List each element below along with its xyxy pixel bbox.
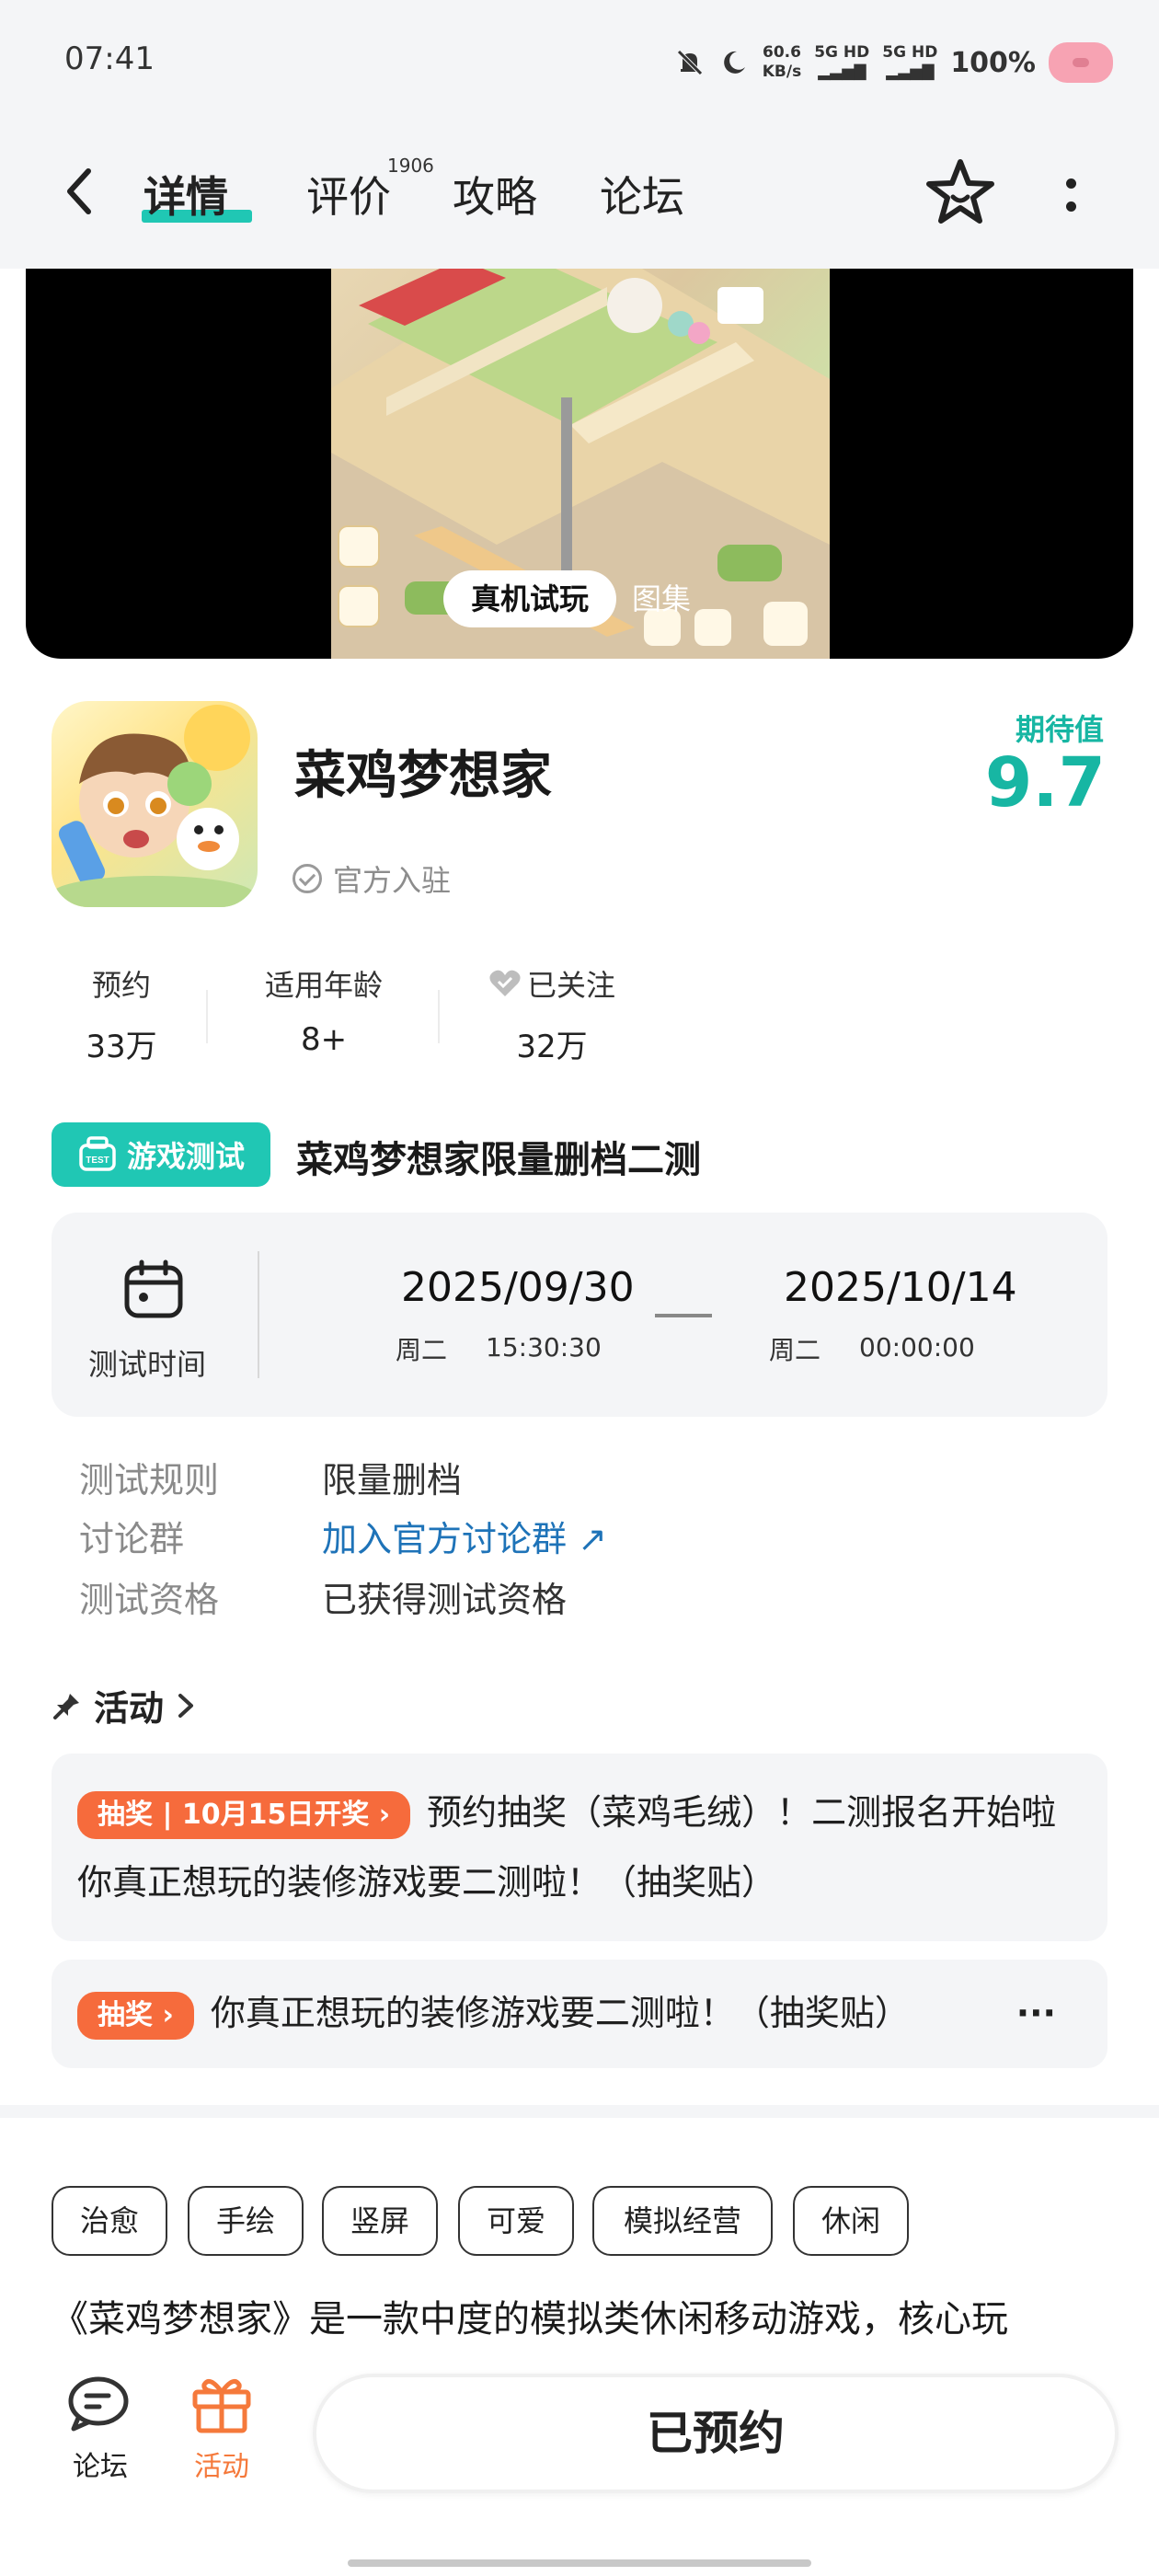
net-speed: 60.6 KB/s — [762, 43, 802, 81]
reviews-count-badge: 1906 — [387, 155, 434, 177]
eligibility-value: 已获得测试资格 — [322, 1580, 568, 1620]
battery-percent: 100% — [950, 46, 1036, 79]
stat-followers[interactable]: 已关注 32万 — [478, 962, 625, 1066]
lottery-badge: 抽奖 › — [77, 1991, 194, 2040]
status-time: 07:41 — [64, 40, 155, 77]
end-date: 2025/10/14 — [784, 1264, 1017, 1311]
more-icon: ··· — [1016, 1993, 1056, 2033]
favorite-button[interactable] — [922, 155, 999, 232]
game-test-badge: TEST 游戏测试 — [52, 1122, 270, 1187]
eligibility-label: 测试资格 — [79, 1580, 220, 1620]
lottery-badge: 抽奖 | 10月15日开奖 › — [77, 1790, 411, 1839]
media-switch: 真机试玩 图集 — [443, 570, 719, 631]
demo-play-tab[interactable]: 真机试玩 — [443, 570, 617, 627]
tab-forum[interactable]: 论坛 — [600, 164, 684, 224]
activity-nav-button[interactable]: 活动 — [171, 2374, 272, 2484]
tag-item[interactable]: 可爱 — [458, 2186, 574, 2256]
chat-bubble-icon — [68, 2376, 129, 2432]
signal-1: 5G HD ▂▃▅▇ — [814, 43, 870, 81]
end-weekday: 周二 — [769, 1335, 821, 1365]
test-time-card — [52, 1213, 1107, 1417]
activity-text: 你真正想玩的装修游戏要二测啦！（抽奖贴） — [210, 1993, 910, 2033]
activity-card[interactable]: 抽奖 › 你真正想玩的装修游戏要二测啦！（抽奖贴） ··· — [52, 1960, 1107, 2068]
expectation-score: 9.7 — [984, 743, 1106, 822]
back-chevron-icon — [67, 168, 91, 214]
more-options-button[interactable] — [1052, 167, 1089, 223]
star-icon — [926, 159, 994, 224]
app-icon — [52, 701, 258, 907]
tag-item[interactable]: 治愈 — [52, 2186, 167, 2256]
tab-reviews[interactable]: 评价 — [306, 164, 391, 224]
stat-divider — [438, 990, 440, 1043]
game-description: 《菜鸡梦想家》是一款中度的模拟类休闲移动游戏，核心玩 — [52, 2298, 1008, 2340]
stat-divider — [206, 990, 208, 1043]
test-time-label: 测试时间 — [88, 1347, 207, 1382]
tab-details[interactable]: 详情 — [143, 164, 228, 224]
moon-icon — [723, 51, 745, 74]
app-name: 菜鸡梦想家 — [294, 746, 552, 806]
tag-item[interactable]: 手绘 — [188, 2186, 304, 2256]
group-label: 讨论群 — [79, 1519, 185, 1559]
activity-heading[interactable]: 活动 — [52, 1680, 197, 1731]
pin-icon — [53, 1693, 79, 1719]
signal-2: 5G HD ▂▃▅▇ — [882, 43, 938, 81]
status-icons: 60.6 KB/s 5G HD ▂▃▅▇ 5G HD ▂▃▅▇ 100% — [674, 37, 1113, 88]
date-range-arrow — [655, 1314, 712, 1317]
reserved-button[interactable]: 已预约 — [313, 2374, 1119, 2493]
tag-item[interactable]: 竖屏 — [322, 2186, 438, 2256]
start-date: 2025/09/30 — [401, 1264, 635, 1311]
gallery-tab[interactable]: 图集 — [632, 570, 691, 627]
official-verified: 官方入驻 — [293, 857, 451, 900]
rule-label: 测试规则 — [79, 1460, 220, 1501]
end-time: 00:00:00 — [859, 1332, 975, 1363]
forum-nav-button[interactable]: 论坛 — [50, 2374, 151, 2484]
official-label: 官方入驻 — [333, 863, 452, 898]
rule-value: 限量删档 — [322, 1460, 463, 1501]
join-group-link[interactable]: 加入官方讨论群 ↗ — [322, 1511, 607, 1561]
section-divider — [0, 2105, 1159, 2118]
chevron-right-icon — [178, 1693, 194, 1718]
card-divider — [258, 1251, 259, 1378]
start-time: 15:30:30 — [486, 1332, 602, 1363]
test-title: 菜鸡梦想家限量删档二测 — [296, 1139, 701, 1181]
check-circle-icon — [293, 864, 322, 893]
stat-age-rating: 适用年龄 8+ — [264, 968, 383, 1058]
mute-bell-icon — [676, 50, 703, 75]
gift-icon — [192, 2378, 251, 2433]
stat-reservations: 预约 33万 — [86, 968, 157, 1065]
back-button[interactable] — [57, 164, 103, 219]
svg-text:TEST: TEST — [86, 1156, 109, 1166]
tag-item[interactable]: 模拟经营 — [592, 2186, 773, 2256]
calendar-icon — [124, 1259, 183, 1318]
heart-icon — [489, 970, 521, 996]
test-flask-icon: TEST — [79, 1136, 116, 1171]
tag-item[interactable]: 休闲 — [793, 2186, 909, 2256]
tab-guides[interactable]: 攻略 — [453, 164, 537, 224]
activity-card[interactable]: 抽奖 | 10月15日开奖 › 预约抽奖（菜鸡毛绒）！二测报名开始啦 你真正想玩的… — [52, 1754, 1107, 1941]
home-indicator[interactable] — [348, 2559, 811, 2567]
start-weekday: 周二 — [396, 1335, 448, 1365]
battery-pig-icon — [1049, 42, 1113, 83]
